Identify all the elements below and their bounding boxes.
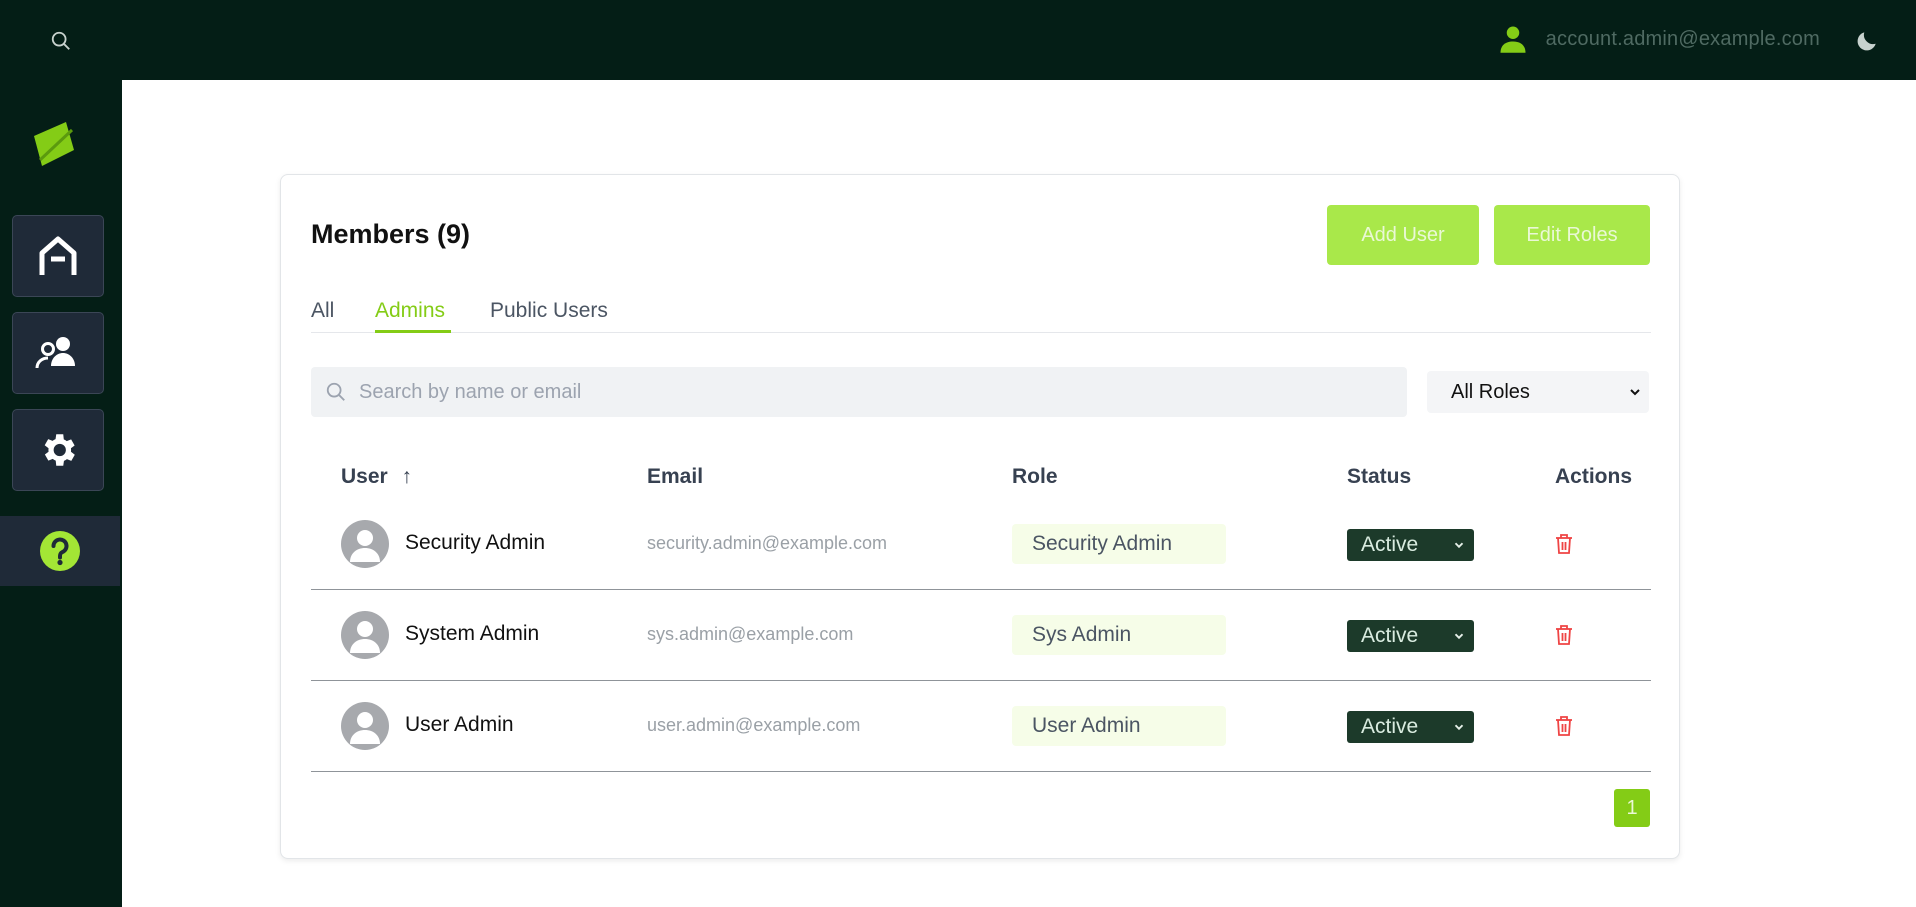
status-value: Active <box>1361 624 1419 647</box>
user-icon <box>1500 26 1526 53</box>
leaf-logo-icon[interactable] <box>26 120 78 168</box>
pagination-page-button[interactable]: 1 <box>1614 789 1650 827</box>
search-icon <box>326 382 345 401</box>
member-tabs: All Admins Public Users <box>311 287 1651 333</box>
role-badge: User Admin <box>1012 706 1226 746</box>
table-row: User Admin user.admin@example.com User A… <box>311 681 1651 772</box>
user-email: sys.admin@example.com <box>647 624 854 644</box>
chevron-down-icon <box>1454 633 1464 640</box>
table-row: System Admin sys.admin@example.com Sys A… <box>311 590 1651 681</box>
user-name: System Admin <box>405 622 540 645</box>
delete-trash-icon[interactable] <box>1555 715 1573 737</box>
user-avatar-icon <box>350 530 380 562</box>
search-icon[interactable] <box>50 30 72 52</box>
column-header-status: Status <box>1347 465 1412 488</box>
avatar <box>341 702 389 750</box>
sidebar-item-users[interactable] <box>12 312 104 394</box>
user-name: Security Admin <box>405 531 546 554</box>
user-email: user.admin@example.com <box>647 715 861 735</box>
status-select[interactable]: Active <box>1347 620 1474 652</box>
delete-trash-icon[interactable] <box>1555 624 1573 646</box>
account-email: account.admin@example.com <box>1545 27 1820 50</box>
search-input[interactable] <box>359 367 1389 417</box>
chevron-down-icon <box>1454 542 1464 549</box>
edit-roles-button[interactable]: Edit Roles <box>1494 205 1650 265</box>
search-field <box>311 367 1407 417</box>
moon-icon[interactable] <box>1854 28 1880 54</box>
user-avatar-icon <box>350 712 380 744</box>
avatar <box>341 520 389 568</box>
sort-ascending-icon: ↑ <box>401 465 413 488</box>
avatar <box>341 611 389 659</box>
status-value: Active <box>1361 715 1419 738</box>
members-card: Members (9) Add User Edit Roles All Admi… <box>280 174 1680 859</box>
sidebar-item-settings[interactable] <box>12 409 104 491</box>
role-badge: Sys Admin <box>1012 615 1226 655</box>
sidebar-item-home[interactable] <box>12 215 104 297</box>
tab-admins[interactable]: Admins <box>375 299 445 323</box>
role-badge: Security Admin <box>1012 524 1226 564</box>
chevron-down-icon <box>1454 724 1464 731</box>
role-filter-value: All Roles <box>1451 380 1530 403</box>
delete-trash-icon[interactable] <box>1555 533 1573 555</box>
role-filter-select[interactable]: All Roles <box>1427 371 1649 413</box>
column-header-user[interactable]: User ↑ <box>341 465 412 489</box>
tab-public-users[interactable]: Public Users <box>490 299 608 323</box>
active-tab-indicator <box>375 330 451 333</box>
account-menu[interactable]: account.admin@example.com <box>1498 24 1820 54</box>
status-select[interactable]: Active <box>1347 711 1474 743</box>
column-header-role: Role <box>1012 465 1058 488</box>
user-name: User Admin <box>405 713 514 736</box>
column-header-actions: Actions <box>1555 465 1633 488</box>
users-icon <box>35 337 75 369</box>
top-bar: account.admin@example.com <box>0 0 1916 80</box>
home-icon <box>39 236 77 275</box>
chevron-down-icon <box>1630 389 1640 396</box>
status-value: Active <box>1361 533 1419 556</box>
user-email: security.admin@example.com <box>647 533 888 553</box>
add-user-button[interactable]: Add User <box>1327 205 1479 265</box>
gear-icon <box>44 434 75 466</box>
help-icon <box>40 531 80 571</box>
tab-all[interactable]: All <box>311 299 334 323</box>
table-row: Security Admin security.admin@example.co… <box>311 499 1651 590</box>
sidebar <box>0 80 122 907</box>
column-header-user-label: User <box>341 465 388 488</box>
status-select[interactable]: Active <box>1347 529 1474 561</box>
column-header-email: Email <box>647 465 704 488</box>
sidebar-item-help[interactable] <box>0 516 120 586</box>
page-title: Members (9) <box>311 219 471 249</box>
user-avatar-icon <box>350 621 380 653</box>
